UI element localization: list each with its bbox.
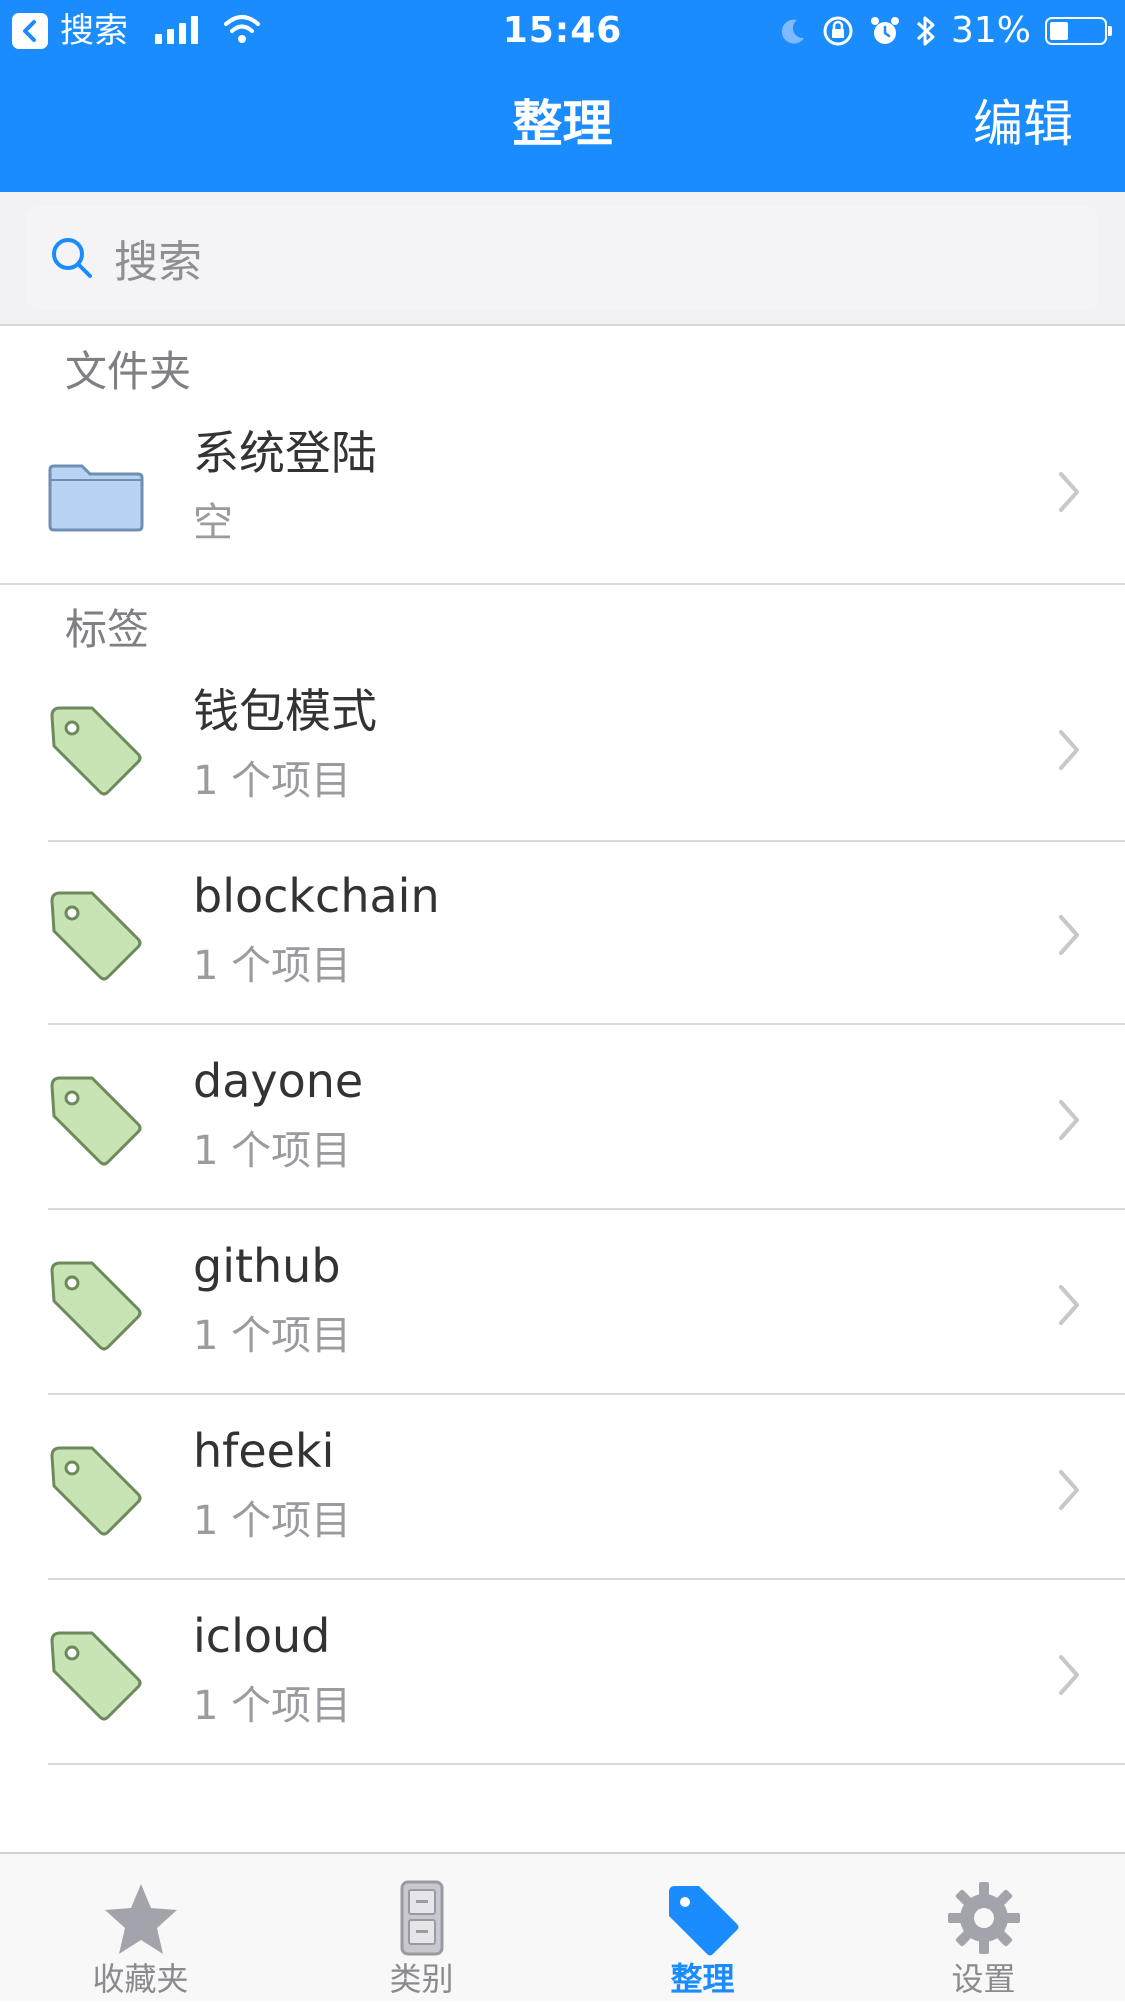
tag-count: 1 个项目 xyxy=(193,1128,352,1174)
chevron-right-icon xyxy=(1059,472,1079,512)
search-icon xyxy=(52,238,92,278)
tab-label: 收藏夹 xyxy=(92,1960,189,1998)
rotation-lock-icon xyxy=(823,16,853,46)
tag-row[interactable]: blockchain 1 个项目 xyxy=(0,843,1125,1027)
tag-name: hfeeki xyxy=(193,1424,335,1478)
search-input[interactable]: 搜索 xyxy=(26,206,1099,310)
tab-label: 类别 xyxy=(389,1960,454,1998)
gear-icon xyxy=(947,1882,1020,1954)
tag-row[interactable]: icloud 1 个项目 xyxy=(0,1583,1125,1767)
tab-label: 设置 xyxy=(951,1960,1016,1998)
tab-favorites[interactable]: 收藏夹 xyxy=(0,1854,281,2003)
row-divider xyxy=(48,1208,1125,1210)
tab-organize[interactable]: 整理 xyxy=(562,1854,843,2003)
alarm-icon xyxy=(870,17,899,44)
row-divider xyxy=(48,1578,1125,1580)
folders-section-header: 文件夹 xyxy=(65,347,192,396)
battery-percent: 31% xyxy=(950,10,1031,51)
tag-name: icloud xyxy=(193,1609,331,1663)
section-divider xyxy=(0,583,1125,585)
top-bar: 搜索 15:46 31% 整理 编辑 xyxy=(0,0,1125,192)
tag-icon xyxy=(50,1631,142,1721)
search-bar: 搜索 xyxy=(0,192,1125,326)
chevron-right-icon xyxy=(1059,1470,1079,1510)
page-title: 整理 xyxy=(512,95,613,153)
tag-count: 1 个项目 xyxy=(193,1683,352,1729)
chevron-right-icon xyxy=(1059,1655,1079,1695)
search-placeholder: 搜索 xyxy=(114,237,202,288)
tab-label: 整理 xyxy=(670,1960,735,1998)
edit-button[interactable]: 编辑 xyxy=(973,88,1073,160)
tab-bar: 收藏夹 类别 整理 设置 xyxy=(0,1852,1125,2001)
chevron-right-icon xyxy=(1059,1100,1079,1140)
tag-count: 1 个项目 xyxy=(193,943,352,989)
battery-icon xyxy=(1045,17,1112,45)
tag-row[interactable]: github 1 个项目 xyxy=(0,1213,1125,1397)
status-right-icons: 31% xyxy=(777,0,1112,62)
tag-row[interactable]: hfeeki 1 个项目 xyxy=(0,1398,1125,1582)
folder-subtitle: 空 xyxy=(193,500,233,546)
tag-name: github xyxy=(193,1239,341,1293)
row-divider xyxy=(48,1763,1125,1765)
tag-row[interactable]: dayone 1 个项目 xyxy=(0,1028,1125,1212)
row-divider xyxy=(48,840,1125,842)
tag-icon xyxy=(50,891,142,981)
tag-icon xyxy=(50,1076,142,1166)
chevron-right-icon xyxy=(1059,1285,1079,1325)
tag-icon xyxy=(50,1261,142,1351)
bluetooth-icon xyxy=(916,16,935,46)
cabinet-icon xyxy=(400,1880,443,1956)
tab-categories[interactable]: 类别 xyxy=(281,1854,562,2003)
tab-settings[interactable]: 设置 xyxy=(843,1854,1124,2003)
folder-name: 系统登陆 xyxy=(193,426,377,480)
tag-icon xyxy=(50,706,142,796)
chevron-right-icon xyxy=(1059,915,1079,955)
tag-name: dayone xyxy=(193,1054,364,1108)
folder-row[interactable]: 系统登陆 空 xyxy=(0,400,1125,584)
tags-section-header: 标签 xyxy=(65,605,150,654)
star-icon xyxy=(104,1884,177,1954)
status-bar: 搜索 15:46 31% xyxy=(0,0,1125,62)
tag-row[interactable]: 钱包模式 1 个项目 xyxy=(0,658,1125,842)
tag-icon xyxy=(668,1886,738,1956)
tag-count: 1 个项目 xyxy=(193,1313,352,1359)
chevron-right-icon xyxy=(1059,730,1079,770)
moon-icon xyxy=(781,19,804,44)
tag-name: blockchain xyxy=(193,869,440,923)
tag-name: 钱包模式 xyxy=(193,684,377,738)
tag-icon xyxy=(50,1446,142,1536)
tag-count: 1 个项目 xyxy=(193,758,352,804)
folder-icon xyxy=(48,464,144,532)
row-divider xyxy=(48,1023,1125,1025)
tag-count: 1 个项目 xyxy=(193,1498,352,1544)
row-divider xyxy=(48,1393,1125,1395)
